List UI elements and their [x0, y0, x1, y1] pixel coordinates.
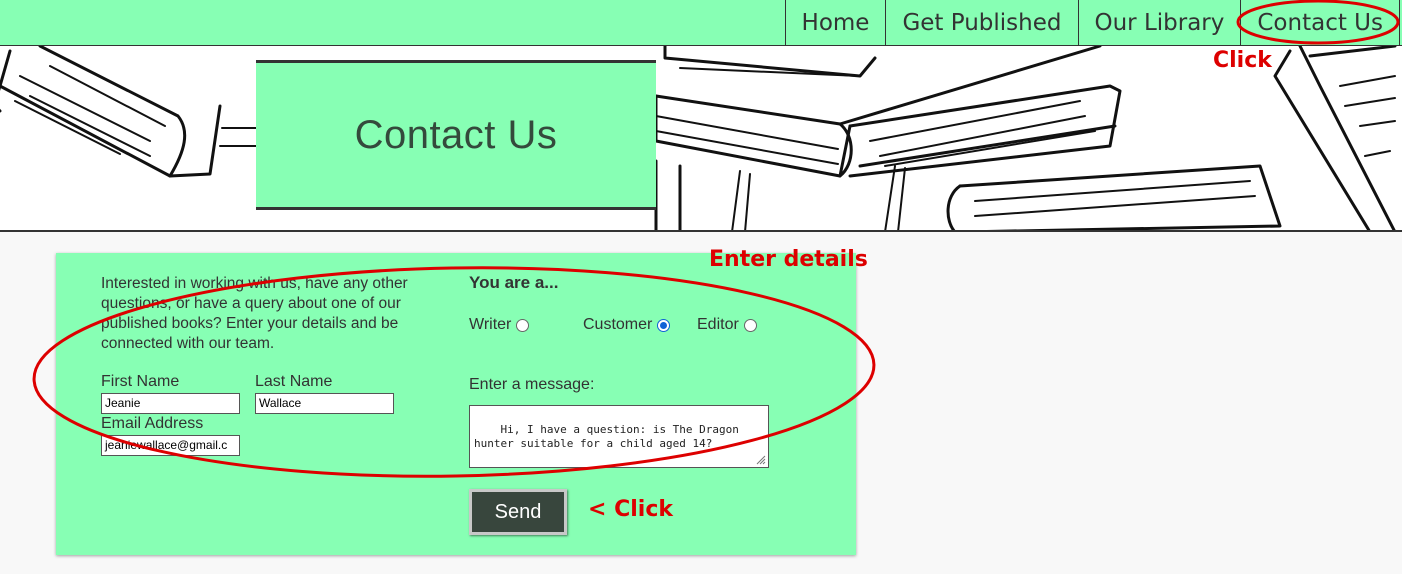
- first-name-field[interactable]: Jeanie: [101, 393, 240, 414]
- email-label: Email Address: [101, 415, 204, 432]
- send-click-annotation: < Click: [588, 497, 673, 522]
- enter-details-annotation: Enter details: [709, 247, 868, 272]
- intro-text: Interested in working with us, have any …: [101, 275, 408, 352]
- role-writer-label: Writer: [469, 316, 512, 333]
- role-editor[interactable]: Editor: [697, 316, 757, 334]
- nav-list: Home Get Published Our Library Contact U…: [784, 0, 1400, 46]
- role-question: You are a...: [469, 273, 559, 292]
- message-textarea[interactable]: Hi, I have a question: is The Dragon hun…: [469, 405, 769, 468]
- first-name-label: First Name: [101, 373, 180, 390]
- page-title-box: Contact Us: [256, 60, 656, 210]
- books-illustration: [0, 46, 1397, 230]
- resize-grip-icon[interactable]: [756, 455, 766, 465]
- role-customer-label: Customer: [583, 316, 653, 333]
- nav-get-published[interactable]: Get Published: [885, 0, 1077, 45]
- message-label: Enter a message:: [469, 376, 595, 393]
- top-nav: Home Get Published Our Library Contact U…: [0, 0, 1402, 46]
- nav-click-annotation: Click: [1213, 48, 1272, 73]
- role-editor-label: Editor: [697, 316, 739, 333]
- role-writer-radio[interactable]: [516, 318, 530, 332]
- hero-banner: Contact Us: [0, 46, 1402, 232]
- role-customer-radio[interactable]: [657, 318, 671, 332]
- role-customer[interactable]: Customer: [583, 316, 671, 334]
- role-writer[interactable]: Writer: [469, 316, 530, 334]
- role-editor-radio[interactable]: [743, 318, 757, 332]
- nav-home[interactable]: Home: [784, 0, 886, 45]
- nav-our-library[interactable]: Our Library: [1077, 0, 1241, 45]
- page-title: Contact Us: [354, 112, 558, 157]
- last-name-label: Last Name: [255, 373, 333, 390]
- nav-contact-us[interactable]: Contact Us: [1240, 0, 1400, 45]
- last-name-field[interactable]: Wallace: [255, 393, 394, 414]
- email-field[interactable]: jeaniewallace@gmail.c: [101, 435, 240, 456]
- send-button[interactable]: Send: [469, 489, 567, 535]
- message-text: Hi, I have a question: is The Dragon hun…: [474, 423, 739, 450]
- contact-form-card: Interested in working with us, have any …: [56, 253, 856, 555]
